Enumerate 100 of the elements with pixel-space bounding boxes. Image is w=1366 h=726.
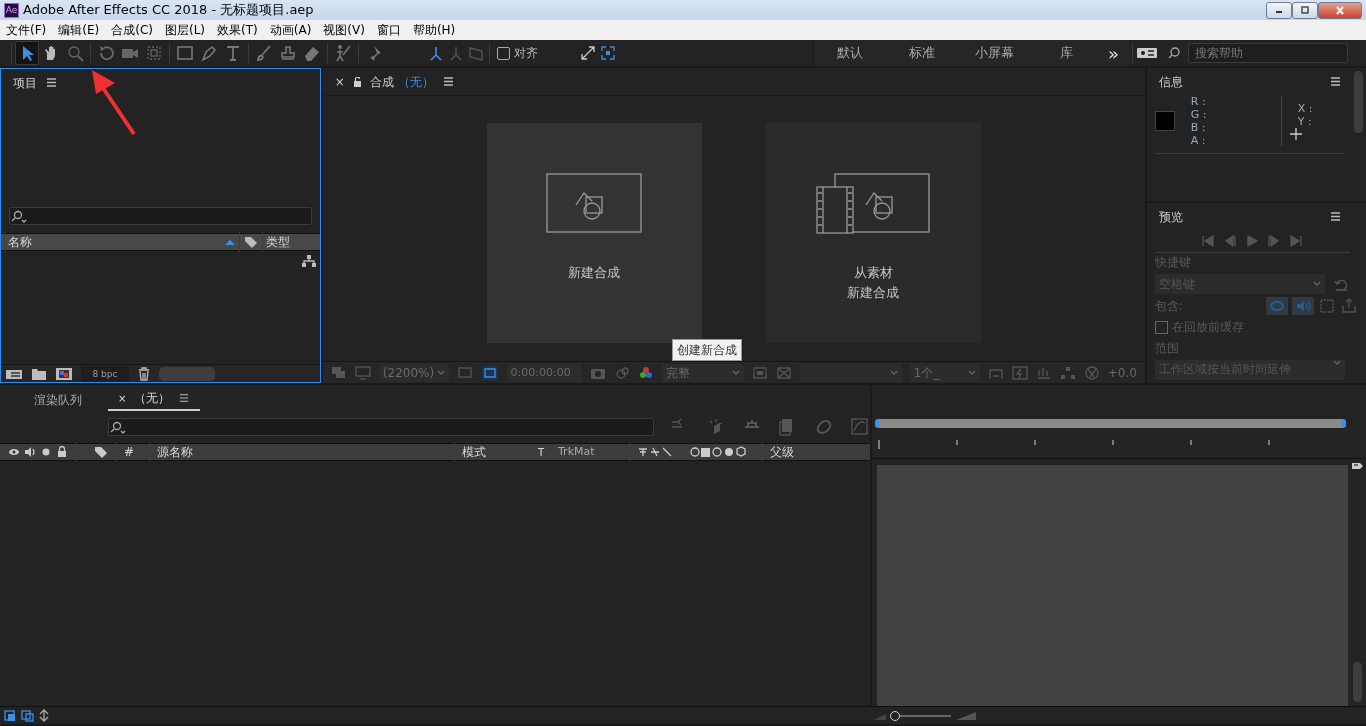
in-out-toggle-icon[interactable] [38,709,51,722]
menu-item[interactable]: 帮助(H) [406,20,462,40]
trash-icon[interactable] [137,366,151,381]
new-composition-icon[interactable] [55,366,73,381]
composition-name: （无） [397,73,434,91]
export-icon[interactable] [1340,297,1358,315]
snap-bracket-icon [598,43,618,63]
color-channels-icon[interactable] [638,365,655,380]
bit-depth-button[interactable]: 8 bpc [81,365,129,382]
menu-item[interactable]: 合成(C) [105,20,159,40]
speaker-icon[interactable] [24,446,36,458]
zoom-icon [65,43,85,63]
menu-item[interactable]: 文件(F) [0,20,53,40]
workspace-tab[interactable]: 默认 [814,43,886,63]
always-preview-icon[interactable] [330,365,347,380]
eye-icon[interactable] [8,446,20,458]
menu-item[interactable]: 动画(A) [263,20,318,40]
reset-icon[interactable] [1332,277,1349,291]
more-workspaces-button[interactable]: » [1108,39,1119,67]
selection-tool[interactable] [15,41,39,65]
folder-icon[interactable] [31,366,47,381]
label-tag-icon[interactable] [93,445,109,459]
column-header[interactable]: 父级 [770,443,870,461]
solo-dot-icon[interactable] [40,446,52,458]
layer-switches-toggle-icon[interactable] [4,709,17,722]
column-header[interactable]: 源名称 [157,443,447,461]
cache-checkbox[interactable] [1154,320,1168,334]
app-logo: Ae [4,2,19,18]
help-search-field[interactable]: 搜索帮助 [1188,43,1348,63]
scrollbar[interactable] [1352,662,1362,702]
panel-tab[interactable]: 渲染队列 [24,389,92,411]
play-icon[interactable] [1245,234,1260,248]
graph-editor-icon[interactable] [850,417,870,437]
column-header[interactable]: 类型 [265,233,320,251]
chevron-down-icon [967,369,976,376]
close-tab-button[interactable]: × [334,72,345,91]
fast-previews-icon[interactable] [1011,365,1028,380]
timeline-chart-icon[interactable] [1035,365,1052,380]
lock-icon [352,76,362,87]
show-snapshot-icon[interactable] [614,365,631,380]
last-frame-icon[interactable] [1289,234,1304,248]
menu-icon[interactable] [441,75,455,88]
channel-label: G : [1190,108,1208,121]
menu-item[interactable]: 视图(V) [317,20,371,40]
snap-checkbox[interactable] [497,46,510,60]
menu-item[interactable]: 窗口 [370,20,407,40]
menu-item[interactable]: 编辑(E) [52,20,106,40]
menu-item[interactable]: 效果(T) [211,20,264,40]
lock-icon[interactable] [56,446,68,458]
checkerboard-icon[interactable] [776,365,793,380]
scrollbar[interactable] [1354,71,1363,133]
channel-label: R : [1190,95,1207,108]
monitor-icon[interactable] [354,365,371,380]
zoom-in-icon[interactable] [955,710,977,721]
stamp-icon [278,43,298,63]
region-of-interest-icon[interactable] [752,365,769,380]
flowchart-icon[interactable] [1059,365,1076,380]
column-header[interactable]: 名称 [8,233,224,251]
workspace-tab[interactable]: 标准 [886,43,958,63]
maximize-icon [1300,6,1310,14]
sort-ascending-icon [223,238,236,246]
menu-icon[interactable] [1329,210,1342,223]
panel-title: 信息 [1158,73,1183,91]
workspace-tab[interactable]: 小屏幕 [958,43,1030,63]
transparency-grid-icon[interactable] [480,364,499,381]
project-search-field[interactable] [9,207,312,225]
menu-icon[interactable] [1329,75,1342,88]
slider-thumb[interactable] [890,710,901,721]
motion-blur-icon[interactable] [814,417,834,437]
sync-settings-icon [1136,46,1158,60]
color-swatch [1154,111,1175,131]
first-frame-icon[interactable] [1201,234,1216,248]
timeline-search-field[interactable] [108,418,654,436]
safe-area-icon[interactable] [456,365,473,380]
maximize-button[interactable] [1292,1,1318,19]
menu-icon[interactable] [45,76,58,89]
composition-tab[interactable]: 合成 （无） [369,72,434,91]
close-button[interactable] [1318,1,1362,19]
coordinate-label: X : [1297,102,1313,115]
window-title: Adobe After Effects CC 2018 - 无标题项目.aep [23,1,315,20]
composition-from-footage-card[interactable]: 从素材 新建合成 [765,123,981,343]
exposure-aperture-icon[interactable] [1083,365,1100,380]
column-header[interactable]: # [124,443,142,461]
scrollbar[interactable] [159,366,215,381]
minimize-button[interactable] [1266,1,1292,19]
column-header[interactable]: TrkMat [558,443,622,461]
menu-item[interactable]: 图层(L) [158,20,212,40]
panel-tab[interactable]: × （无） [108,387,201,411]
overlay-toggle-icon[interactable] [1318,297,1336,315]
audio-toggle-icon[interactable] [1292,297,1314,315]
video-toggle-icon[interactable] [1266,297,1288,315]
panel-title: 项目 [13,74,37,92]
workspace-tab[interactable]: 库 [1030,43,1102,63]
chevron-down-icon [1312,281,1321,287]
previous-frame-icon[interactable] [1223,234,1238,248]
column-header[interactable]: T [538,444,554,460]
column-header[interactable]: 模式 [462,443,534,461]
new-composition-card[interactable]: 新建合成 [486,123,702,343]
transfer-controls-icon[interactable] [21,709,34,722]
rectangle-icon [175,43,195,63]
